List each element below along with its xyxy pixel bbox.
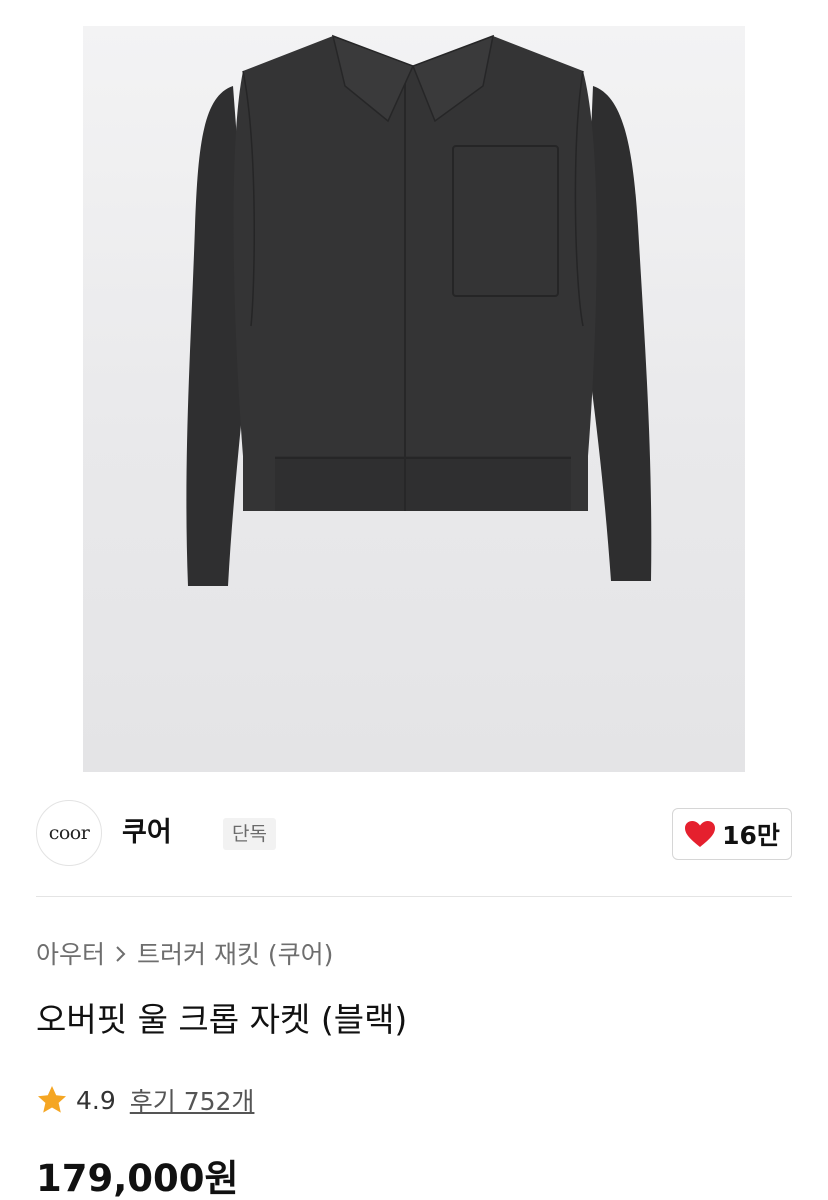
like-button[interactable]: 16만: [672, 808, 792, 860]
breadcrumb: 아우터 트러커 재킷 (쿠어): [36, 934, 333, 972]
like-count: 16만: [722, 821, 780, 850]
chevron-right-icon: [113, 942, 129, 964]
rating-value: 4.9: [76, 1085, 116, 1115]
jacket-illustration: [186, 34, 652, 586]
product-image-area[interactable]: [0, 0, 828, 772]
product-page: coor 쿠어 단독 16만 아우터 트러커 재킷 (쿠어) 오버핏 울 크롭 …: [0, 0, 828, 1200]
exclusive-badge: 단독: [223, 818, 276, 850]
rating-row: 4.9 후기 752개: [36, 1080, 254, 1120]
heart-icon: [684, 820, 716, 848]
price: 179,000원: [36, 1157, 239, 1200]
brand-name[interactable]: 쿠어: [122, 814, 172, 852]
star-icon: [36, 1084, 68, 1116]
product-title: 오버핏 울 크롭 자켓 (블랙): [36, 1000, 408, 1039]
brand-logo[interactable]: coor: [36, 800, 102, 866]
breadcrumb-category[interactable]: 아우터: [36, 935, 105, 971]
product-photo[interactable]: [83, 26, 745, 772]
review-link[interactable]: 후기 752개: [130, 1082, 255, 1118]
divider: [36, 896, 792, 897]
breadcrumb-subcategory[interactable]: 트러커 재킷 (쿠어): [137, 935, 333, 971]
brand-row: coor 쿠어 단독 16만: [36, 800, 792, 868]
